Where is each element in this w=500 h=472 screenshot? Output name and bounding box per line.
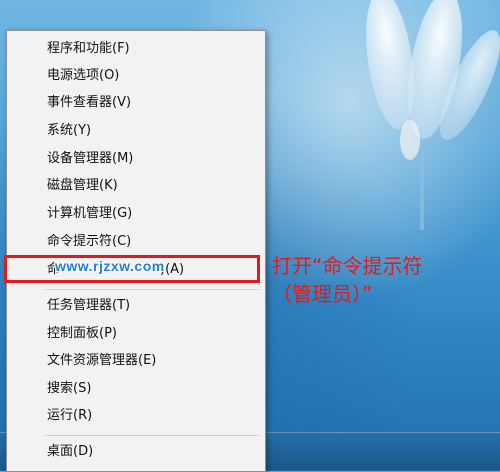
annotation-line-1: 打开“命令提示符 [272,254,423,278]
menu-item-command-prompt[interactable]: 命令提示符(C) [7,230,265,254]
watermark-text: www.rjzxw.com [55,258,165,274]
menu-item-device-manager[interactable]: 设备管理器(M) [7,147,265,171]
menu-item-programs-and-features[interactable]: 程序和功能(F) [7,37,265,61]
menu-item-task-manager[interactable]: 任务管理器(T) [7,294,265,318]
menu-separator [45,289,259,290]
menu-item-event-viewer[interactable]: 事件查看器(V) [7,91,265,115]
winx-context-menu: 程序和功能(F) 电源选项(O) 事件查看器(V) 系统(Y) 设备管理器(M)… [6,30,266,472]
menu-item-desktop[interactable]: 桌面(D) [7,440,265,464]
menu-item-computer-management[interactable]: 计算机管理(G) [7,202,265,226]
menu-item-run[interactable]: 运行(R) [7,404,265,428]
flower-wallpaper-image [366,0,500,230]
menu-separator [45,435,259,436]
menu-item-disk-management[interactable]: 磁盘管理(K) [7,174,265,198]
menu-item-control-panel[interactable]: 控制面板(P) [7,322,265,346]
annotation-line-2: （管理员）” [272,282,373,306]
menu-item-search[interactable]: 搜索(S) [7,377,265,401]
menu-item-system[interactable]: 系统(Y) [7,119,265,143]
annotation-text: 打开“命令提示符 （管理员）” [272,252,497,308]
menu-item-power-options[interactable]: 电源选项(O) [7,64,265,88]
menu-item-file-explorer[interactable]: 文件资源管理器(E) [7,349,265,373]
